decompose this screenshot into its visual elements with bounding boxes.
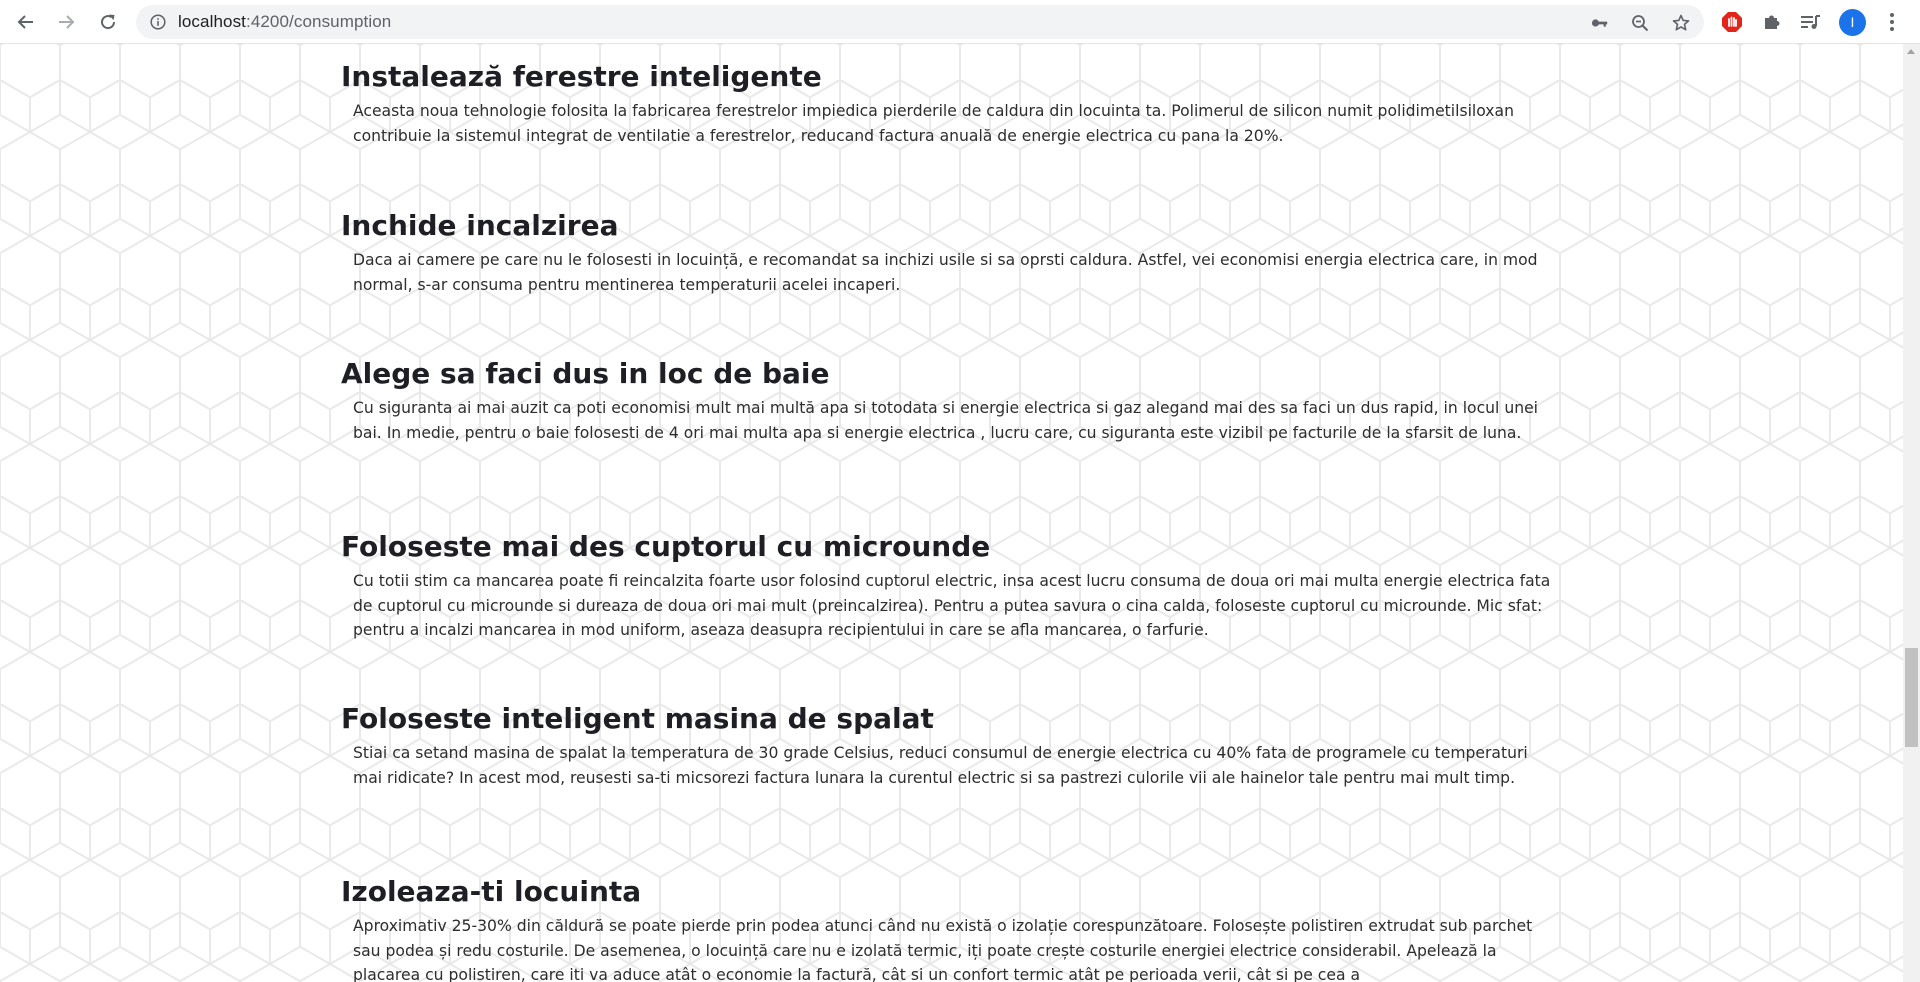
tip-text: Stiai ca setand masina de spalat la temp… bbox=[353, 744, 1528, 787]
back-button[interactable] bbox=[14, 10, 38, 34]
tip-item: Foloseste inteligent masina de spalat St… bbox=[341, 702, 1561, 790]
tip-item: Izoleaza-ti locuinta Aproximativ 25-30% … bbox=[341, 875, 1561, 982]
extensions-button[interactable] bbox=[1760, 10, 1784, 34]
url-host: localhost bbox=[178, 12, 246, 31]
profile-avatar[interactable]: I bbox=[1839, 9, 1866, 36]
key-icon bbox=[1591, 19, 1608, 27]
scrollbar-thumb[interactable] bbox=[1905, 648, 1918, 747]
tip-text: Aproximativ 25-30% din căldură se poate … bbox=[353, 917, 1533, 982]
page-scrollbar[interactable] bbox=[1903, 44, 1920, 982]
info-icon[interactable] bbox=[150, 14, 166, 30]
tip-title: Alege sa faci dus in loc de baie bbox=[341, 357, 830, 390]
tip-item: Foloseste mai des cuptorul cu microunde … bbox=[341, 530, 1561, 643]
tip-item: Alege sa faci dus in loc de baie Cu sigu… bbox=[341, 357, 1561, 445]
tip-title: Instalează ferestre inteligente bbox=[341, 60, 822, 93]
reload-button[interactable] bbox=[96, 10, 120, 34]
browser-toolbar: localhost:4200/consumption I bbox=[0, 0, 1920, 44]
tip-item: Inchide incalzirea Daca ai camere pe car… bbox=[341, 209, 1561, 297]
tip-title: Foloseste mai des cuptorul cu microunde bbox=[341, 530, 991, 563]
kebab-menu-icon bbox=[1890, 13, 1894, 31]
zoom-button[interactable] bbox=[1631, 14, 1649, 32]
tip-item: Instalează ferestre inteligente Aceasta … bbox=[341, 60, 1561, 148]
stop-hand-icon bbox=[1722, 12, 1742, 32]
tip-title: Izoleaza-ti locuinta bbox=[341, 875, 642, 908]
tip-text: Aceasta noua tehnologie folosita la fabr… bbox=[353, 102, 1514, 145]
tip-title: Inchide incalzirea bbox=[341, 209, 619, 242]
reload-icon bbox=[101, 14, 116, 30]
reading-list-icon bbox=[1801, 15, 1820, 29]
url-text[interactable]: localhost:4200/consumption bbox=[178, 5, 391, 39]
arrow-back-icon bbox=[17, 15, 33, 29]
hexagon-background-pattern bbox=[0, 44, 1903, 982]
forward-button[interactable] bbox=[54, 10, 78, 34]
star-icon bbox=[1672, 14, 1690, 31]
passwords-button[interactable] bbox=[1591, 14, 1609, 32]
browser-menu-button[interactable] bbox=[1880, 10, 1904, 34]
tip-text: Daca ai camere pe care nu le folosesti i… bbox=[353, 251, 1538, 294]
address-bar[interactable]: localhost:4200/consumption bbox=[136, 5, 1704, 39]
puzzle-icon bbox=[1765, 15, 1780, 29]
scroll-up-arrow-icon[interactable] bbox=[1907, 49, 1915, 54]
tip-text: Cu siguranta ai mai auzit ca poti econom… bbox=[353, 399, 1539, 442]
adblock-extension-button[interactable] bbox=[1720, 10, 1744, 34]
tip-text: Cu totii stim ca mancarea poate fi reinc… bbox=[353, 572, 1551, 639]
bookmark-button[interactable] bbox=[1672, 14, 1690, 32]
page-viewport: Instalează ferestre inteligente Aceasta … bbox=[0, 44, 1903, 982]
url-path: :4200/consumption bbox=[246, 12, 392, 31]
reading-list-button[interactable] bbox=[1798, 10, 1822, 34]
arrow-forward-icon bbox=[59, 15, 75, 29]
zoom-icon bbox=[1632, 15, 1649, 32]
tip-title: Foloseste inteligent masina de spalat bbox=[341, 702, 934, 735]
